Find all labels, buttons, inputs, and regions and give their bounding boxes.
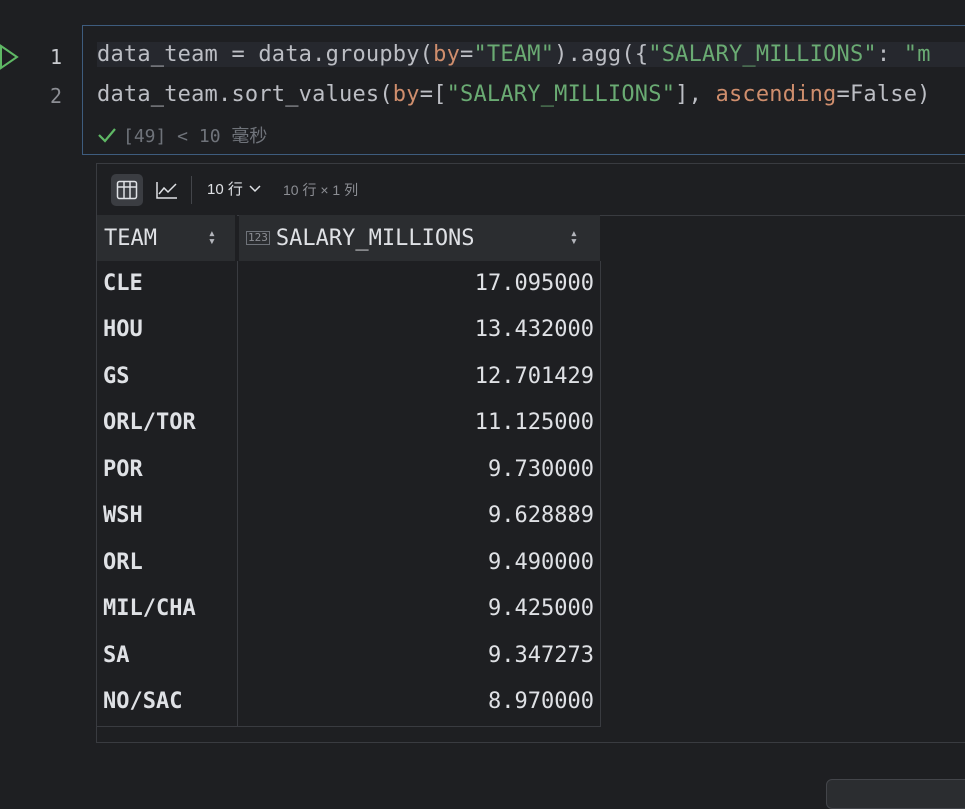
- salary-cell: 9.425000: [488, 596, 594, 621]
- code-keyword: ascending: [715, 82, 837, 107]
- team-cell: NO/SAC: [103, 689, 183, 714]
- team-cell: ORL/TOR: [103, 410, 196, 435]
- rows-count-dropdown[interactable]: 10 行: [207, 178, 261, 199]
- numeric-type-icon: 123: [246, 231, 270, 245]
- column-header-salary[interactable]: 123 SALARY_MILLIONS ▴ ▾: [239, 215, 600, 261]
- code-string: "m: [903, 42, 931, 67]
- team-cell: POR: [103, 457, 143, 482]
- team-cell: SA: [103, 643, 130, 668]
- chart-view-icon: [156, 182, 177, 199]
- table-view-icon: [116, 180, 138, 200]
- salary-cell: 11.125000: [474, 410, 594, 435]
- salary-cell: 9.347273: [488, 643, 594, 668]
- code-string: "SALARY_MILLIONS": [446, 82, 676, 107]
- team-cell: CLE: [103, 271, 143, 296]
- code-string: "SALARY_MILLIONS": [648, 42, 877, 67]
- sort-icon[interactable]: ▴ ▾: [208, 227, 216, 248]
- table-row[interactable]: NO/SAC 8.970000: [97, 679, 601, 725]
- table-row[interactable]: ORL 9.490000: [97, 540, 601, 586]
- salary-cell: 9.730000: [488, 457, 594, 482]
- code-token: =False): [836, 82, 931, 107]
- chart-view-button[interactable]: [151, 174, 183, 206]
- line-number-2: 2: [49, 84, 62, 108]
- code-token: =[: [419, 82, 447, 107]
- toolbar-divider: [191, 176, 192, 204]
- output-panel: 10 行 10 行 × 1 列 TEAM ▴ ▾ 123 SALARY_MILLI…: [96, 163, 965, 743]
- team-cell: GS: [103, 364, 130, 389]
- team-cell: HOU: [103, 317, 143, 342]
- sort-icon[interactable]: ▴ ▾: [570, 227, 578, 248]
- column-header-label: TEAM: [104, 225, 157, 251]
- team-cell: ORL: [103, 550, 143, 575]
- table-view-button[interactable]: [111, 174, 143, 206]
- chevron-down-icon: [249, 184, 261, 192]
- code-line-1[interactable]: data_team = data.groupby(by="TEAM").agg(…: [97, 42, 965, 67]
- salary-cell: 13.432000: [474, 317, 594, 342]
- column-header-label: SALARY_MILLIONS: [275, 225, 475, 251]
- rows-count-label: 10 行: [207, 181, 243, 198]
- table-row[interactable]: POR 9.730000: [97, 447, 601, 493]
- table-row[interactable]: ORL/TOR 11.125000: [97, 400, 601, 446]
- salary-cell: 12.701429: [474, 364, 594, 389]
- code-keyword: by: [433, 42, 461, 67]
- code-token: data_team = data.groupby(: [97, 42, 434, 67]
- code-line-2[interactable]: data_team.sort_values(by=["SALARY_MILLIO…: [97, 82, 931, 107]
- table-row[interactable]: WSH 9.628889: [97, 493, 601, 539]
- code-token: ).agg({: [554, 42, 649, 67]
- line-number-1: 1: [49, 45, 62, 69]
- column-header-team[interactable]: TEAM ▴ ▾: [97, 215, 237, 261]
- table-dimensions: 10 行 × 1 列: [283, 182, 359, 198]
- salary-cell: 8.970000: [488, 689, 594, 714]
- run-cell-icon[interactable]: [0, 44, 20, 70]
- check-icon: [98, 128, 116, 143]
- salary-cell: 9.490000: [488, 550, 594, 575]
- code-token: =: [460, 42, 474, 67]
- table-row[interactable]: HOU 13.432000: [97, 307, 601, 353]
- floating-toolbar-widget[interactable]: [826, 779, 965, 809]
- team-cell: WSH: [103, 503, 143, 528]
- code-cell[interactable]: data_team = data.groupby(by="TEAM").agg(…: [82, 25, 965, 155]
- table-row[interactable]: CLE 17.095000: [97, 261, 601, 307]
- execution-status: [49] < 10 毫秒: [97, 122, 267, 148]
- salary-cell: 17.095000: [474, 271, 594, 296]
- code-token: :: [876, 42, 904, 67]
- code-string: "TEAM": [473, 42, 555, 67]
- table-row[interactable]: MIL/CHA 9.425000: [97, 586, 601, 632]
- salary-cell: 9.628889: [488, 503, 594, 528]
- output-toolbar: 10 行 10 行 × 1 列: [97, 164, 965, 216]
- code-token: ],: [675, 82, 716, 107]
- code-token: data_team.sort_values(: [97, 82, 393, 107]
- execution-status-text: [49] < 10 毫秒: [123, 126, 268, 147]
- table-row[interactable]: SA 9.347273: [97, 633, 601, 679]
- code-keyword: by: [392, 82, 420, 107]
- team-cell: MIL/CHA: [103, 596, 196, 621]
- table-body: CLE 17.095000 HOU 13.432000 GS 12.701429 OR…: [97, 261, 601, 727]
- table-row[interactable]: GS 12.701429: [97, 354, 601, 400]
